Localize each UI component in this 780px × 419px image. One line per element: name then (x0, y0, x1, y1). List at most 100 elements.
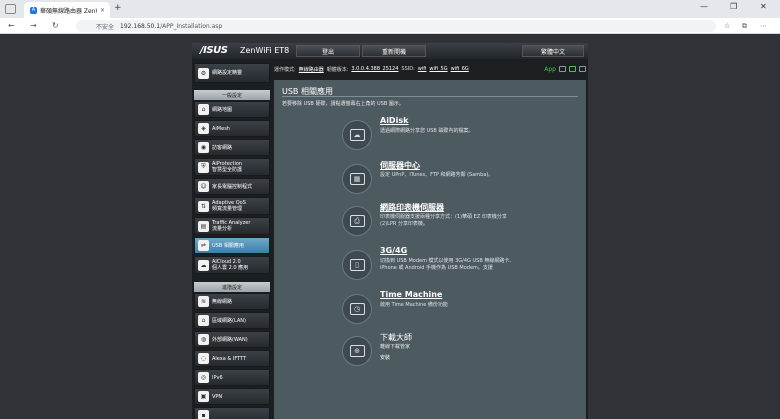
alexa-icon: ◌ (198, 353, 209, 364)
sidebar-item-usb-application[interactable]: ⇌ USB 相關應用 (194, 237, 270, 254)
more-icon: ▪ (198, 410, 209, 419)
url-host: 192.168.50.1 (120, 22, 161, 30)
sidebar-item-label: 無線網路 (212, 298, 233, 305)
server-center-description: 設定 UPnP、iTunes、FTP 和網路芳鄰 (Samba)。 (380, 172, 494, 178)
sidebar-item-adaptive-qos[interactable]: ⇅ Adaptive QoS 頻寬流量管理 (194, 197, 270, 215)
sidebar-item-traffic-analyzer[interactable]: ▤ Traffic Analyzer 流量分析 (194, 217, 270, 235)
usb-status-icon[interactable] (579, 66, 586, 72)
time-machine-icon: ◷ (342, 294, 372, 324)
reboot-button[interactable]: 重新開機 (362, 45, 426, 57)
favorites-icon[interactable]: ☆ (724, 22, 730, 30)
sidebar-item-parental-control[interactable]: ☺ 家長電腦控制程式 (194, 178, 270, 195)
new-tab-icon[interactable]: + (114, 3, 122, 13)
aicloud-icon: ☁ (198, 259, 209, 271)
download-master-title: 下載大師 (380, 333, 412, 342)
asus-favicon-icon: A (30, 6, 37, 14)
app-link[interactable]: App (544, 66, 556, 73)
aidisk-icon: ☁ (342, 120, 372, 150)
ssid-6g-link[interactable]: wifi_6G (451, 66, 469, 72)
settings-more-icon[interactable]: ⋯ (760, 22, 767, 30)
sidebar-item-label: 網路地圖 (212, 106, 233, 113)
minimize-icon[interactable]: — (700, 2, 708, 11)
url-input[interactable]: 不安全 192.168.50.1/APP_Installation.asp (76, 20, 716, 32)
sidebar-item-alexa-ifttt[interactable]: ◌ Alexa & IFTTT (194, 350, 270, 367)
guest-status-icon[interactable] (559, 66, 566, 72)
browser-tab-bar: A 華碩無線路由器 ZenWiFi ET8 - ... × + — ❐ ✕ (0, 0, 780, 18)
tab-actions-icon[interactable] (5, 4, 16, 14)
sidebar-item-network-map[interactable]: ⌂ 網路地圖 (194, 101, 270, 118)
ssid-2g-link[interactable]: wifi (418, 66, 427, 72)
status-bar: 運作模式: 無線路由器 韌體版本: 3.0.0.4.388_25124 SSID… (274, 63, 586, 75)
usb-application-panel: USB 相關應用 若要移除 USB 硬碟，請點選螢幕右上角的 USB 圖示。 ☁… (274, 80, 586, 419)
logout-button[interactable]: 登出 (296, 45, 360, 57)
printer-icon: ⎙ (342, 206, 372, 236)
forward-icon[interactable]: → (30, 21, 37, 30)
tab-close-icon[interactable]: × (100, 7, 105, 14)
sidebar-item-label: AiProtection 智慧型全防護 (212, 161, 243, 173)
sidebar-item-label: Alexa & IFTTT (212, 355, 247, 362)
sidebar-item-label: Traffic Analyzer 流量分析 (212, 220, 251, 232)
sidebar-item-label: USB 相關應用 (212, 242, 244, 249)
guest-network-icon: ◉ (198, 142, 209, 153)
aidisk-link[interactable]: AiDisk (380, 116, 408, 125)
aidisk-description: 透過網際網路分享您 USB 磁碟內的檔案。 (380, 128, 474, 134)
server-center-link[interactable]: 伺服器中心 (380, 160, 420, 171)
sidebar-item-label: Adaptive QoS 頻寬流量管理 (212, 200, 246, 212)
wireless-icon: ≋ (198, 296, 209, 307)
back-icon[interactable]: ← (8, 21, 15, 30)
mode-label: 運作模式: (274, 66, 296, 73)
product-name: ZenWiFi ET8 (240, 46, 290, 55)
sidebar-item-label: 家長電腦控制程式 (212, 183, 253, 190)
sidebar: ⚙ 網路設定精靈 一般設定 ⌂ 網路地圖 ◈ AiMesh ◉ 訪客網路 ⛨ A… (194, 63, 270, 419)
time-machine-link[interactable]: Time Machine (380, 290, 442, 299)
sidebar-item-label: 網路設定精靈 (212, 70, 243, 76)
url-path: /APP_Installation.asp (160, 22, 223, 30)
reload-icon[interactable]: ↻ (52, 21, 59, 30)
language-select[interactable]: 繁體中文 (522, 45, 584, 57)
time-machine-description: 啟用 Time Machine 備份功能 (380, 302, 448, 308)
sidebar-item-label: AiCloud 2.0 個人雲 2.0 應用 (212, 259, 249, 271)
router-page: /ISUS ZenWiFi ET8 登出 重新開機 繁體中文 運作模式: 無線路… (0, 35, 780, 419)
ssid-label: SSID: (401, 66, 415, 72)
maximize-icon[interactable]: ❐ (730, 2, 737, 11)
sidebar-item-vpn[interactable]: ▣ VPN (194, 388, 270, 405)
sidebar-item-label: 訪客網路 (212, 144, 233, 151)
sidebar-item-aicloud[interactable]: ☁ AiCloud 2.0 個人雲 2.0 應用 (194, 256, 270, 274)
close-window-icon[interactable]: ✕ (760, 2, 767, 11)
sidebar-item-ipv6[interactable]: ◎ IPv6 (194, 369, 270, 386)
aiprotection-icon: ⛨ (198, 161, 209, 173)
firmware-value-link[interactable]: 3.0.0.4.388_25124 (351, 66, 398, 72)
firmware-label: 韌體版本: (326, 66, 349, 73)
network-map-icon: ⌂ (198, 104, 209, 115)
sidebar-item-label: 外部網路(WAN) (212, 336, 248, 343)
router-frame: /ISUS ZenWiFi ET8 登出 重新開機 繁體中文 運作模式: 無線路… (192, 43, 588, 419)
parental-control-icon: ☺ (198, 181, 209, 192)
ssid-5g-link[interactable]: wifi_5G (429, 66, 447, 72)
network-printer-link[interactable]: 網路印表機伺服器 (380, 202, 444, 213)
sidebar-item-label: 區域網路(LAN) (212, 317, 246, 324)
sidebar-item-aiprotection[interactable]: ⛨ AiProtection 智慧型全防護 (194, 158, 270, 176)
collections-icon[interactable]: ⧉ (742, 22, 747, 31)
browser-address-bar: ← → ↻ 不安全 192.168.50.1/APP_Installation.… (0, 18, 780, 34)
wan-status-icon[interactable] (569, 66, 576, 72)
sidebar-item-aimesh[interactable]: ◈ AiMesh (194, 120, 270, 137)
install-link[interactable]: 安裝 (380, 354, 390, 361)
sidebar-item-guest-network[interactable]: ◉ 訪客網路 (194, 139, 270, 156)
download-master-icon: ⊕ (342, 336, 372, 366)
aimesh-icon: ◈ (198, 123, 209, 134)
sidebar-item-label: AiMesh (212, 125, 230, 132)
vpn-icon: ▣ (198, 391, 209, 402)
browser-tab[interactable]: A 華碩無線路由器 ZenWiFi ET8 - ... × (24, 2, 110, 18)
usb-icon: ⇌ (198, 240, 209, 251)
sidebar-item-wireless[interactable]: ≋ 無線網路 (194, 293, 270, 310)
3g4g-link[interactable]: 3G/4G (380, 246, 407, 255)
tab-title: 華碩無線路由器 ZenWiFi ET8 - ... (40, 7, 97, 15)
sidebar-item-more[interactable]: ▪ (194, 407, 270, 419)
quick-setup-icon: ⚙ (198, 67, 209, 79)
general-section-header: 一般設定 (194, 90, 270, 100)
sidebar-item-label: VPN (212, 393, 223, 400)
sidebar-item-quick-setup[interactable]: ⚙ 網路設定精靈 (194, 63, 270, 83)
sidebar-item-lan[interactable]: ⌂ 區域網路(LAN) (194, 312, 270, 329)
sidebar-item-wan[interactable]: ◍ 外部網路(WAN) (194, 331, 270, 348)
mode-value-link[interactable]: 無線路由器 (299, 66, 324, 73)
